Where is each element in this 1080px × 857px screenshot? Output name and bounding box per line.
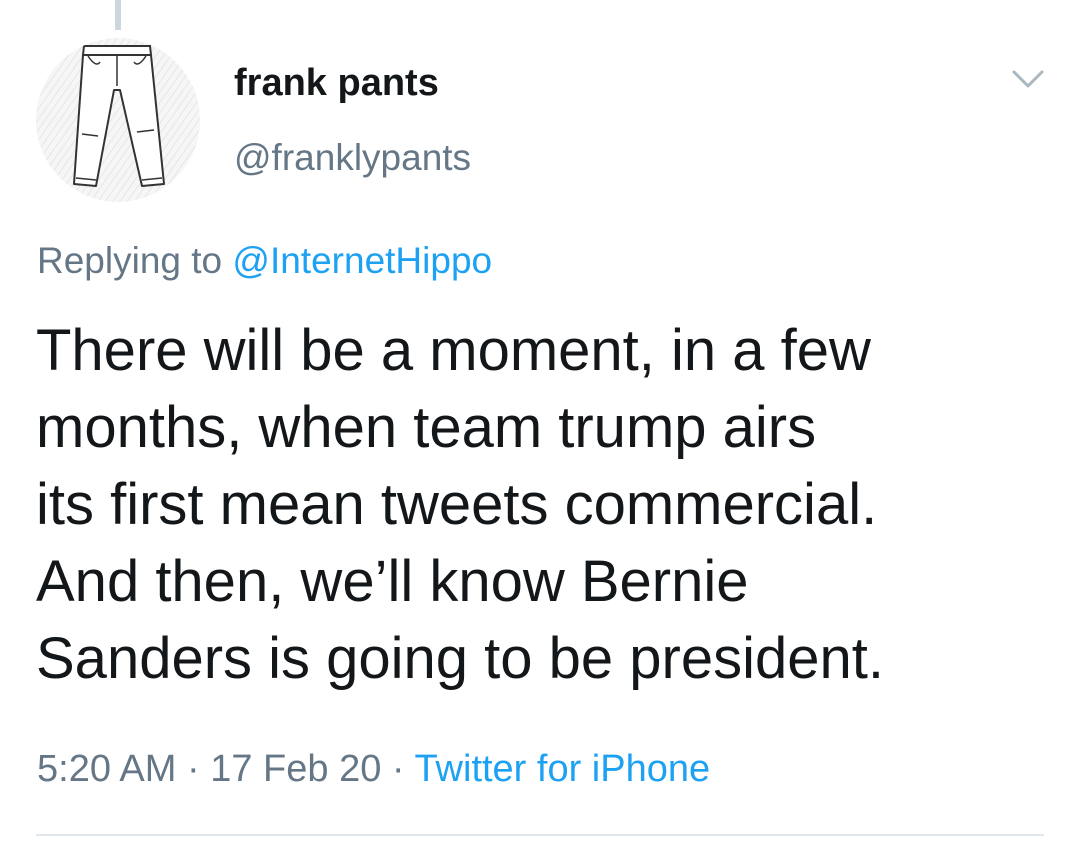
reply-target-link[interactable]: @InternetHippo bbox=[232, 240, 492, 281]
tweet-meta: 5:20 AM · 17 Feb 20 · Twitter for iPhone bbox=[37, 748, 710, 791]
avatar[interactable] bbox=[36, 38, 200, 202]
meta-separator: · bbox=[391, 748, 405, 790]
replying-to-line: Replying to @InternetHippo bbox=[37, 240, 492, 282]
replying-prefix: Replying to bbox=[37, 240, 223, 281]
tweet-text-line: months, when team trump airs bbox=[36, 395, 817, 460]
tweet-text: There will be a moment, in a few months,… bbox=[36, 312, 1046, 697]
tweet-source-link[interactable]: Twitter for iPhone bbox=[414, 748, 710, 790]
chevron-down-icon[interactable] bbox=[1008, 64, 1048, 94]
pants-icon bbox=[36, 38, 200, 202]
tweet-text-line: Sanders is going to be president. bbox=[36, 626, 884, 691]
tweet-text-line: There will be a moment, in a few bbox=[36, 318, 871, 383]
tweet-date: 17 Feb 20 bbox=[210, 748, 382, 790]
author-handle[interactable]: @franklypants bbox=[234, 137, 471, 179]
meta-separator: · bbox=[186, 748, 200, 790]
divider bbox=[36, 834, 1044, 836]
tweet-time: 5:20 AM bbox=[37, 748, 177, 790]
tweet-text-line: And then, we’ll know Bernie bbox=[36, 549, 749, 614]
tweet-text-line: its first mean tweets commercial. bbox=[36, 472, 878, 537]
thread-connector-line bbox=[115, 0, 121, 30]
author-display-name[interactable]: frank pants bbox=[234, 62, 439, 105]
